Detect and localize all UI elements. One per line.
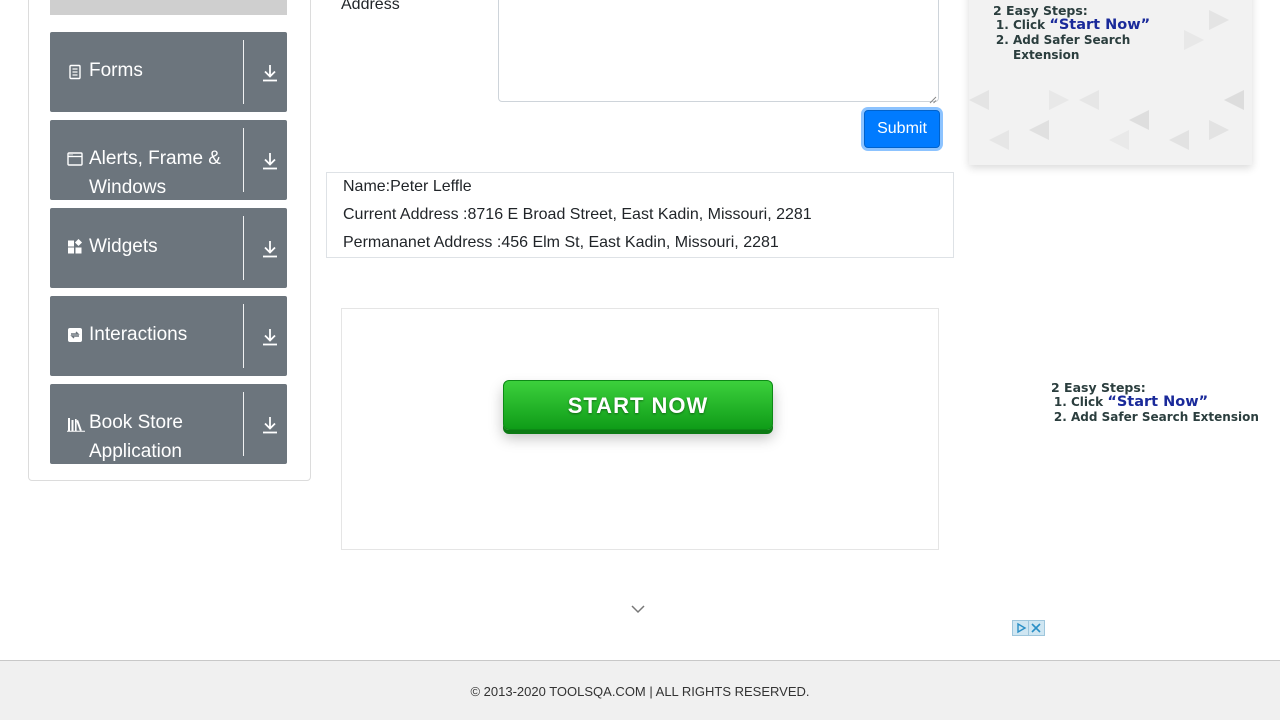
steps-block-lower[interactable]: 2 Easy Steps: Click “Start Now” Add Safe… [1051, 380, 1259, 425]
divider [243, 216, 244, 280]
divider [243, 128, 244, 192]
step-text: Click [1013, 18, 1046, 32]
step-item: Add Safer Search Extension [1071, 410, 1259, 425]
window-icon [67, 151, 83, 167]
step-highlight: “Start Now” [1107, 394, 1209, 410]
step-item: Click “Start Now” [1071, 395, 1259, 410]
sidebar-group-label: Alerts, Frame & Windows [89, 148, 221, 198]
download-icon[interactable] [261, 239, 279, 259]
ad-banner-right-top[interactable]: 2 Easy Steps: Click “Start Now” Add Safe… [969, 0, 1252, 165]
permanent-address-textarea[interactable] [498, 0, 939, 102]
steps-title: 2 Easy Steps: [1051, 380, 1146, 395]
permanent-address-label: Address [341, 0, 400, 13]
interactions-icon [67, 327, 83, 343]
resize-grip-icon[interactable] [928, 91, 937, 104]
download-icon[interactable] [261, 327, 279, 347]
sidebar-group-label: Forms [89, 60, 143, 81]
sidebar-group-label: Book Store Application [89, 412, 183, 462]
sidebar-group-forms[interactable]: Forms [50, 32, 287, 112]
sidebar-group-label: Widgets [89, 236, 158, 257]
widgets-icon [67, 238, 83, 255]
adchoices-icon[interactable] [1012, 620, 1045, 636]
steps-title: 2 Easy Steps: [993, 3, 1088, 18]
footer-copyright: © 2013-2020 TOOLSQA.COM | ALL RIGHTS RES… [470, 684, 810, 699]
sidebar-group-interactions[interactable]: Interactions [50, 296, 287, 376]
output-name: Name:Peter Leffle [343, 178, 472, 195]
step-text: Add Safer Search Extension [1013, 33, 1131, 62]
sidebar-group-label: Interactions [89, 324, 188, 345]
step-text: Add Safer Search Extension [1071, 410, 1259, 424]
books-icon [67, 416, 85, 432]
output-current-address: Current Address :8716 E Broad Street, Ea… [343, 206, 812, 223]
divider [243, 304, 244, 368]
step-item: Click “Start Now” [1013, 18, 1150, 33]
sidebar-group-widgets[interactable]: Widgets [50, 208, 287, 288]
sidebar-group-alerts[interactable]: Alerts, Frame & Windows [50, 120, 287, 200]
sidebar-group-book-store[interactable]: Book Store Application [50, 384, 287, 464]
form-icon [67, 64, 83, 80]
steps-block: 2 Easy Steps: Click “Start Now” Add Safe… [993, 3, 1150, 63]
output-permanent-address: Permananet Address :456 Elm St, East Kad… [343, 234, 779, 251]
ad-banner-center: START NOW [341, 308, 939, 550]
output-panel: Name:Peter Leffle Current Address :8716 … [326, 172, 954, 258]
step-highlight: “Start Now” [1049, 17, 1151, 33]
step-item: Add Safer Search Extension [1013, 33, 1143, 63]
download-icon[interactable] [261, 151, 279, 171]
divider [243, 392, 244, 456]
chevron-down-icon[interactable] [630, 602, 646, 614]
divider [243, 40, 244, 104]
sidebar-scroll-bar [50, 0, 287, 15]
step-text: Click [1071, 395, 1104, 409]
start-now-button[interactable]: START NOW [503, 380, 773, 430]
download-icon[interactable] [261, 63, 279, 83]
submit-button[interactable]: Submit [864, 110, 940, 148]
download-icon[interactable] [261, 415, 279, 435]
footer: © 2013-2020 TOOLSQA.COM | ALL RIGHTS RES… [0, 660, 1280, 720]
